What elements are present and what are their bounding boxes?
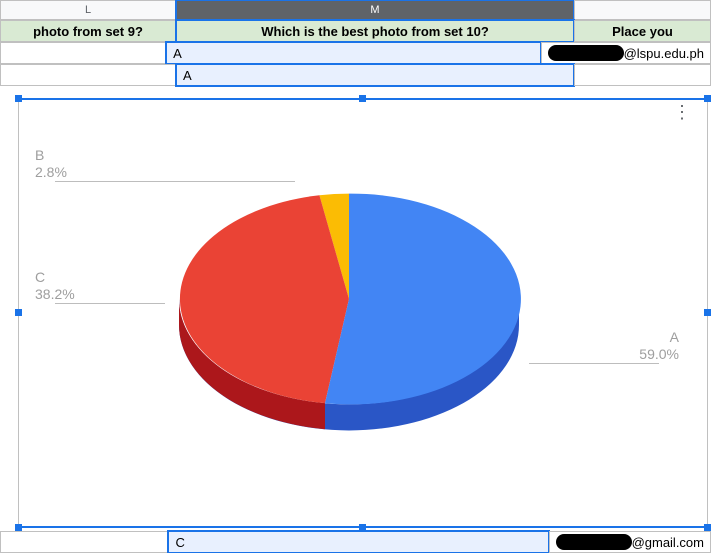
column-header-M[interactable]: M [176, 0, 574, 20]
resize-handle[interactable] [359, 95, 366, 102]
header-cell-M[interactable]: Which is the best photo from set 10? [176, 20, 574, 42]
cell-M-2[interactable]: A [176, 64, 574, 86]
header-cell-L[interactable]: photo from set 9? [0, 20, 176, 42]
table-row: A [0, 64, 711, 86]
email-domain: @gmail.com [632, 535, 704, 550]
resize-handle[interactable] [15, 524, 22, 531]
cell-M-1[interactable]: A [166, 42, 541, 64]
cell-N-1[interactable]: @lspu.edu.ph [541, 42, 711, 64]
resize-handle[interactable] [15, 95, 22, 102]
slice-label-C: C 38.2% [35, 269, 75, 303]
resize-handle[interactable] [704, 524, 711, 531]
resize-handle[interactable] [704, 95, 711, 102]
question-header-row: photo from set 9? Which is the best phot… [0, 20, 711, 42]
cell-L-2[interactable] [0, 64, 176, 86]
resize-handle[interactable] [15, 309, 22, 316]
chart-menu-icon[interactable]: ⋮ [673, 109, 691, 115]
cell-N-2[interactable] [574, 64, 711, 86]
redacted-email-prefix [548, 45, 624, 61]
pie-chart [139, 159, 559, 459]
column-header-L[interactable]: L [0, 0, 176, 20]
redacted-email-prefix [556, 534, 632, 550]
slice-label-A: A 59.0% [639, 329, 679, 363]
pie-chart-container[interactable]: ⋮ B 2.8% C 38.2% A 59.0% [18, 98, 708, 528]
cell-L-1[interactable] [0, 42, 166, 64]
email-domain: @lspu.edu.ph [624, 46, 704, 61]
resize-handle[interactable] [359, 524, 366, 531]
cell-N-bottom[interactable]: @gmail.com [549, 531, 711, 553]
header-cell-N[interactable]: Place you [574, 20, 711, 42]
table-row: C @gmail.com [0, 531, 711, 553]
cell-L-bottom[interactable] [0, 531, 168, 553]
column-header-row: L M [0, 0, 711, 20]
slice-label-B: B 2.8% [35, 147, 67, 181]
cell-M-bottom[interactable]: C [168, 531, 548, 553]
resize-handle[interactable] [704, 309, 711, 316]
table-row: A @lspu.edu.ph [0, 42, 711, 64]
column-header-N[interactable] [574, 0, 711, 20]
